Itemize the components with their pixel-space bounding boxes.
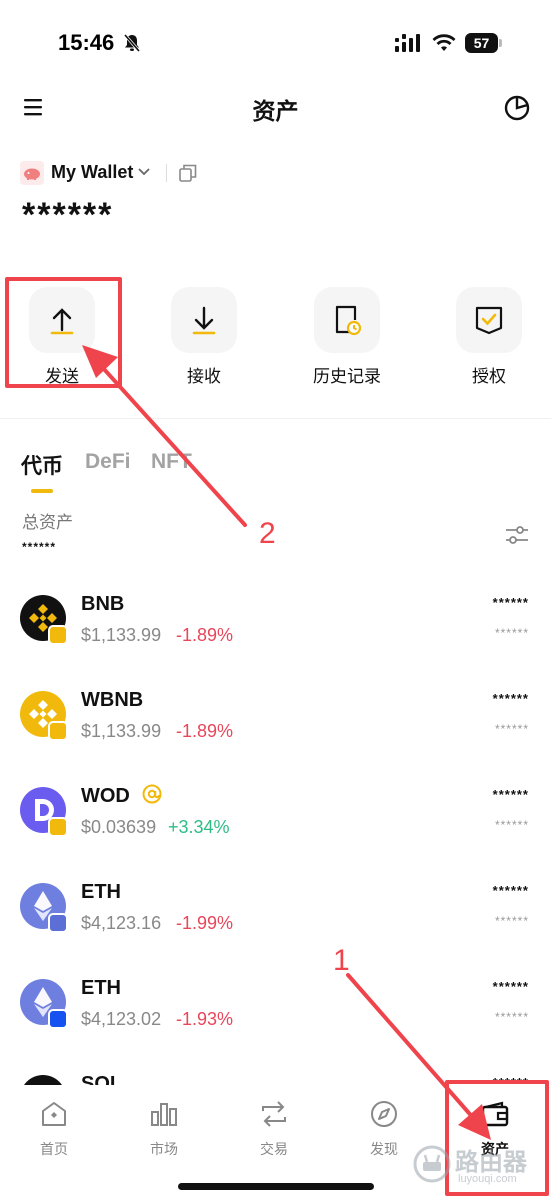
token-change: -1.89% [176, 721, 234, 741]
wifi-icon [432, 34, 456, 51]
token-amount: ****** [492, 979, 529, 994]
token-symbol: WOD [81, 785, 130, 807]
wallet-name[interactable]: My Wallet [51, 162, 133, 183]
step-1-label: 1 [333, 944, 350, 977]
token-value: ****** [494, 626, 529, 640]
token-row-eth-base[interactable]: ETH $4,123.02 -1.93% ****** ****** [0, 977, 551, 1057]
token-amount: ****** [492, 595, 529, 610]
swap-icon [262, 1101, 286, 1127]
tab-defi[interactable]: DeFi [85, 450, 131, 474]
base-chain-badge-icon [48, 1009, 68, 1029]
tab-nft[interactable]: NFT [151, 450, 192, 474]
compass-icon [371, 1101, 397, 1127]
token-symbol: ETH [81, 977, 121, 999]
home-indicator [178, 1183, 374, 1190]
receive-label: 接收 [187, 367, 221, 386]
watermark-title: 路由器 [455, 1149, 527, 1176]
token-symbol: BNB [81, 593, 125, 615]
history-icon-box [314, 287, 380, 353]
history-label: 历史记录 [313, 367, 381, 386]
authorize-button[interactable]: 授权 [434, 285, 544, 395]
status-time: 15:46 [58, 30, 115, 55]
total-assets-value: ****** [22, 540, 57, 554]
authorize-label: 授权 [472, 367, 506, 386]
battery-level: 57 [465, 33, 498, 53]
tabbar-trade[interactable]: 交易 [234, 1095, 314, 1165]
token-value: ****** [494, 1010, 529, 1024]
token-change: -1.89% [176, 625, 234, 645]
receive-icon-box [171, 287, 237, 353]
token-row-bnb[interactable]: BNB $1,133.99 -1.89% ****** ****** [0, 593, 551, 673]
token-value: ****** [494, 722, 529, 736]
token-row-wbnb[interactable]: WBNB $1,133.99 -1.89% ****** ****** [0, 689, 551, 769]
token-value: ****** [494, 818, 529, 832]
token-price: $0.03639 [81, 817, 157, 837]
battery-icon: 57 [465, 33, 503, 53]
divider [166, 164, 167, 182]
token-row-eth[interactable]: ETH $4,123.16 -1.99% ****** ****** [0, 881, 551, 961]
tabbar-market-label: 市场 [150, 1141, 178, 1157]
active-tab-indicator [31, 489, 53, 493]
token-price: $1,133.99 [81, 721, 162, 741]
tab-tokens[interactable]: 代币 [21, 450, 63, 480]
authorize-icon-box [456, 287, 522, 353]
sol-logo-icon [20, 1075, 66, 1085]
tabbar-market[interactable]: 市场 [124, 1095, 204, 1165]
step-2-label: 2 [259, 517, 276, 550]
eth-chain-badge-icon [48, 913, 68, 933]
wallet-balance: ****** [22, 196, 114, 234]
pie-chart-icon[interactable] [503, 94, 531, 122]
wallet-avatar [20, 161, 44, 185]
router-logo-icon [413, 1145, 451, 1183]
history-icon [335, 305, 362, 336]
tabbar-home-label: 首页 [40, 1141, 68, 1157]
token-change: -1.99% [176, 913, 234, 933]
status-bar: 15:46 57 [0, 0, 551, 80]
home-icon [42, 1102, 66, 1126]
total-assets-label: 总资产 [22, 513, 73, 532]
token-price: $1,133.99 [81, 625, 162, 645]
token-value: ****** [494, 914, 529, 928]
token-amount: ****** [492, 691, 529, 706]
authorize-icon [475, 306, 503, 335]
token-symbol: SOL [81, 1073, 123, 1085]
token-price: $4,123.16 [81, 913, 162, 933]
send-highlight-box [5, 277, 122, 388]
token-symbol: ETH [81, 881, 121, 903]
tabbar-trade-label: 交易 [260, 1141, 288, 1157]
header: 资产 [0, 82, 551, 132]
bsc-chain-badge-icon [48, 721, 68, 741]
token-amount: ****** [492, 787, 529, 802]
copy-icon[interactable] [178, 163, 198, 183]
token-change: +3.34% [168, 817, 230, 837]
bell-muted-icon [123, 34, 141, 52]
token-change: -1.93% [176, 1009, 234, 1029]
token-amount: ****** [492, 883, 529, 898]
watermark: 路由器 luyouqi.com [410, 1140, 540, 1196]
token-symbol: WBNB [81, 689, 144, 711]
token-price: $4,123.02 [81, 1009, 162, 1029]
page-title: 资产 [252, 98, 299, 124]
tabbar-home[interactable]: 首页 [14, 1095, 94, 1165]
chevron-down-icon[interactable] [137, 167, 151, 177]
piggy-icon [24, 168, 40, 180]
section-divider [0, 418, 551, 419]
token-row-wod[interactable]: WOD $0.03639 +3.34% ****** ****** [0, 784, 551, 865]
filter-settings-icon[interactable] [504, 522, 530, 548]
asset-tabs: 代币 DeFi NFT [0, 446, 551, 496]
receive-button[interactable]: 接收 [149, 285, 259, 395]
at-badge-icon [142, 784, 162, 804]
arrow-down-icon [192, 306, 216, 335]
bsc-chain-badge-icon [48, 625, 68, 645]
market-icon [151, 1103, 177, 1126]
history-button[interactable]: 历史记录 [292, 285, 402, 395]
signal-icon [395, 34, 420, 52]
bsc-chain-badge-icon [48, 817, 68, 837]
watermark-subtitle: luyouqi.com [458, 1173, 517, 1185]
